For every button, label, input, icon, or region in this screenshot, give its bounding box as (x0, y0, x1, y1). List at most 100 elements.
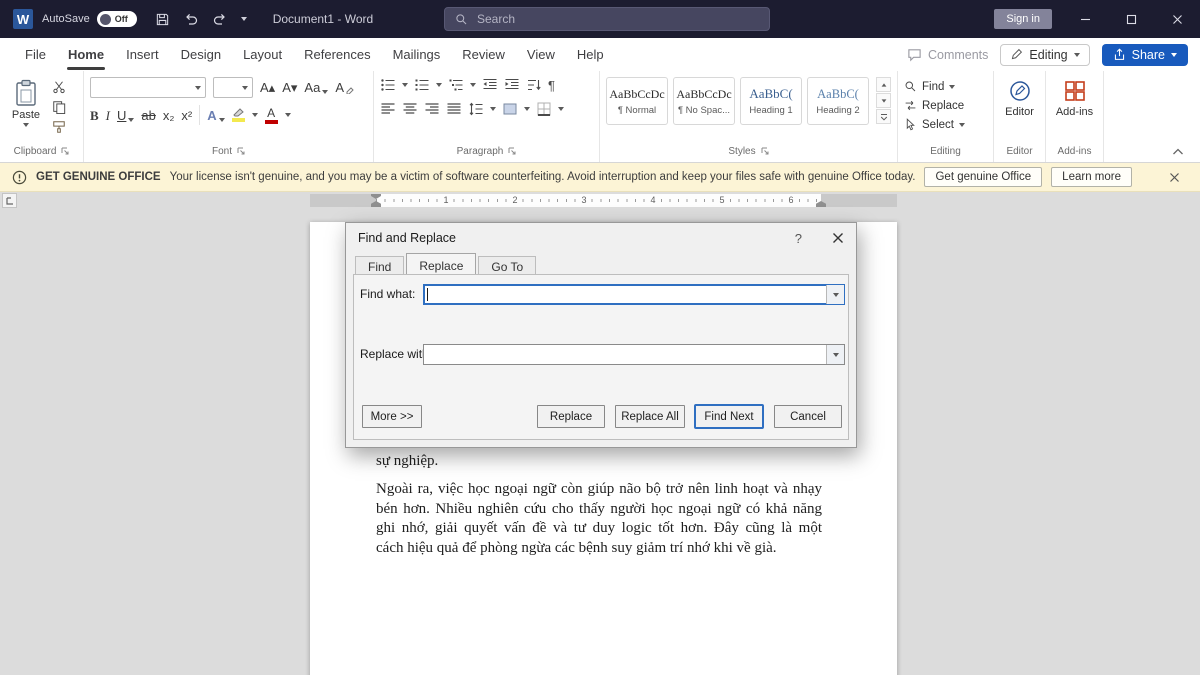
subscript-button[interactable]: x₂ (163, 109, 175, 122)
bold-button[interactable]: B (90, 109, 99, 122)
maximize-button[interactable] (1108, 0, 1154, 38)
numbering-icon[interactable] (414, 77, 430, 93)
italic-button[interactable]: I (106, 109, 110, 122)
cut-icon[interactable] (52, 80, 66, 94)
cancel-button[interactable]: Cancel (774, 405, 842, 428)
share-button[interactable]: Share (1102, 44, 1188, 66)
clear-formatting-button[interactable]: A (335, 81, 354, 94)
font-color-button[interactable]: A (265, 107, 278, 124)
highlight-chevron-icon[interactable] (252, 113, 258, 117)
styles-gallery-expand-icon[interactable] (876, 109, 891, 124)
align-center-icon[interactable] (402, 101, 418, 117)
borders-icon[interactable] (536, 101, 552, 117)
align-left-icon[interactable] (380, 101, 396, 117)
tab-insert[interactable]: Insert (115, 39, 170, 70)
find-button[interactable]: Find (904, 77, 987, 96)
borders-chevron-icon[interactable] (558, 107, 564, 111)
word-app-icon[interactable]: W (13, 9, 33, 29)
document-text[interactable]: hữu kỹ năng này sẽ giúp bạn nổi bật và t… (376, 432, 822, 567)
tab-design[interactable]: Design (170, 39, 232, 70)
dialog-tab-goto[interactable]: Go To (478, 256, 536, 274)
tab-view[interactable]: View (516, 39, 566, 70)
replace-all-button[interactable]: Replace All (615, 405, 685, 428)
shrink-font-button[interactable]: A▾ (282, 81, 297, 94)
banner-close-icon[interactable] (1169, 172, 1188, 183)
styles-dialog-launcher-icon[interactable] (761, 147, 769, 155)
styles-scroll-up-icon[interactable] (876, 77, 891, 92)
clipboard-dialog-launcher-icon[interactable] (61, 147, 69, 155)
change-case-button[interactable]: Aa (304, 81, 328, 94)
copy-icon[interactable] (52, 100, 66, 114)
increase-indent-icon[interactable] (504, 77, 520, 93)
justify-icon[interactable] (446, 101, 462, 117)
find-next-button[interactable]: Find Next (695, 405, 763, 428)
sign-in-button[interactable]: Sign in (994, 9, 1052, 29)
superscript-button[interactable]: x² (181, 109, 192, 122)
sort-icon[interactable] (526, 77, 542, 93)
dialog-tab-replace[interactable]: Replace (406, 253, 476, 274)
decrease-indent-icon[interactable] (482, 77, 498, 93)
font-color-chevron-icon[interactable] (285, 113, 291, 117)
close-window-button[interactable] (1154, 0, 1200, 38)
styles-scroll-down-icon[interactable] (876, 93, 891, 108)
collapse-ribbon-chevron-icon[interactable] (1172, 148, 1184, 156)
line-spacing-chevron-icon[interactable] (490, 107, 496, 111)
underline-button[interactable]: U (117, 109, 134, 122)
strikethrough-button[interactable]: ab (141, 109, 155, 122)
tab-home[interactable]: Home (57, 39, 115, 70)
show-paragraph-marks-icon[interactable]: ¶ (548, 79, 555, 92)
customize-toolbar-chevron-icon[interactable] (241, 17, 247, 21)
tab-review[interactable]: Review (451, 39, 516, 70)
text-effects-button[interactable]: A (207, 109, 224, 122)
dialog-tab-find[interactable]: Find (355, 256, 404, 274)
shading-icon[interactable] (502, 101, 518, 117)
style-heading2[interactable]: AaBbC( Heading 2 (807, 77, 869, 125)
learn-more-button[interactable]: Learn more (1051, 167, 1132, 187)
autosave-toggle[interactable]: Off (97, 11, 137, 27)
addins-button[interactable]: Add-ins (1052, 77, 1097, 118)
tab-layout[interactable]: Layout (232, 39, 293, 70)
tab-mailings[interactable]: Mailings (382, 39, 452, 70)
find-what-combobox[interactable] (423, 284, 845, 305)
dialog-close-icon[interactable] (832, 232, 844, 244)
numbering-chevron-icon[interactable] (436, 83, 442, 87)
save-icon[interactable] (155, 12, 170, 27)
editor-button[interactable]: Editor (1000, 77, 1039, 118)
style-no-spacing[interactable]: AaBbCcDc ¶ No Spac... (673, 77, 735, 125)
font-dialog-launcher-icon[interactable] (237, 147, 245, 155)
align-right-icon[interactable] (424, 101, 440, 117)
dialog-help-button[interactable]: ? (795, 231, 802, 246)
get-genuine-office-button[interactable]: Get genuine Office (924, 167, 1042, 187)
select-button[interactable]: Select (904, 115, 987, 134)
multilevel-list-icon[interactable] (448, 77, 464, 93)
redo-icon[interactable] (212, 11, 228, 27)
undo-icon[interactable] (183, 11, 199, 27)
line-spacing-icon[interactable] (468, 101, 484, 117)
style-normal[interactable]: AaBbCcDc ¶ Normal (606, 77, 668, 125)
multilevel-chevron-icon[interactable] (470, 83, 476, 87)
text-highlight-button[interactable] (232, 108, 245, 122)
grow-font-button[interactable]: A▴ (260, 81, 275, 94)
replace-action-button[interactable]: Replace (537, 405, 605, 428)
search-box[interactable]: Search (444, 7, 770, 31)
bullets-icon[interactable] (380, 77, 396, 93)
replace-button[interactable]: Replace (904, 96, 987, 115)
bullets-chevron-icon[interactable] (402, 83, 408, 87)
comments-button[interactable]: Comments (907, 47, 988, 62)
tab-references[interactable]: References (293, 39, 381, 70)
editing-mode-button[interactable]: Editing (1000, 44, 1089, 66)
replace-with-dropdown-icon[interactable] (826, 345, 844, 364)
more-button[interactable]: More >> (362, 405, 422, 428)
replace-with-combobox[interactable] (423, 344, 845, 365)
tab-file[interactable]: File (14, 39, 57, 70)
shading-chevron-icon[interactable] (524, 107, 530, 111)
tab-help[interactable]: Help (566, 39, 615, 70)
minimize-button[interactable] (1062, 0, 1108, 38)
paste-button[interactable]: Paste (6, 77, 46, 134)
horizontal-ruler[interactable]: 1 2 3 4 5 6 (0, 192, 1200, 209)
find-what-dropdown-icon[interactable] (826, 285, 844, 304)
dialog-title-bar[interactable]: Find and Replace ? (346, 223, 856, 253)
font-size-combobox[interactable] (213, 77, 253, 98)
paragraph-dialog-launcher-icon[interactable] (508, 147, 516, 155)
font-name-combobox[interactable] (90, 77, 206, 98)
